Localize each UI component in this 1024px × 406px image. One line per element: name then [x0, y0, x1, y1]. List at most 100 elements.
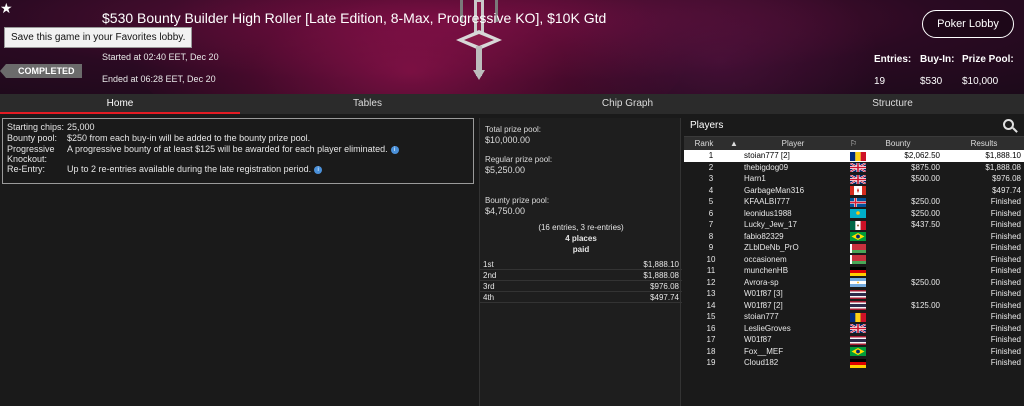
- info-key: Progressive Knockout:: [7, 144, 55, 164]
- player-row[interactable]: 11 munchenHB Finished: [684, 265, 1024, 277]
- info-value: Up to 2 re-entries available during the …: [67, 164, 312, 174]
- player-row[interactable]: 8 fabio82329 Finished: [684, 231, 1024, 243]
- col-bounty[interactable]: Bounty: [874, 137, 922, 151]
- col-results[interactable]: Results: [954, 137, 1014, 151]
- regular-prize-value: $5,250.00: [485, 165, 526, 175]
- buyin-value: $530: [920, 76, 943, 87]
- player-result: Finished: [990, 289, 1021, 298]
- regular-prize-pool: Regular prize pool: $5,250.00: [485, 154, 555, 176]
- entries-note: (16 entries, 3 re-entries) 4 places paid: [480, 222, 682, 255]
- mexico-flag-icon: [850, 220, 866, 230]
- tab-chip-graph[interactable]: Chip Graph: [510, 94, 745, 114]
- brazil-flag-icon: [850, 232, 866, 241]
- info-key: Re-Entry:: [7, 164, 46, 174]
- tournament-header: ★ Save this game in your Favorites lobby…: [0, 0, 1024, 94]
- status-badge: COMPLETED: [0, 64, 82, 78]
- uk-flag-icon: [850, 163, 866, 172]
- player-name: LeslieGroves: [744, 323, 791, 333]
- prize-pool-value: $10,000: [962, 76, 999, 87]
- info-icon[interactable]: i: [314, 165, 323, 174]
- player-rank: 5: [708, 197, 714, 206]
- info-key: Bounty pool:: [7, 133, 58, 143]
- player-row[interactable]: 19 Cloud182 Finished: [684, 357, 1024, 369]
- romania-flag-icon: [850, 312, 866, 322]
- total-prize-pool: Total prize pool: $10,000.00: [485, 124, 541, 146]
- player-row[interactable]: 6 leonidus1988 $250.00 Finished: [684, 208, 1024, 220]
- player-name: stoian777 [2]: [744, 151, 790, 160]
- player-bounty: $437.50: [911, 220, 940, 229]
- total-prize-value: $10,000.00: [485, 135, 531, 145]
- player-row[interactable]: 3 Harn1 $500.00 $976.08: [684, 173, 1024, 185]
- col-flag-icon[interactable]: ⚐: [850, 137, 857, 151]
- player-name: W01f87 [2]: [744, 300, 783, 310]
- thailand-flag-icon: [850, 301, 866, 310]
- germany-flag-icon: [850, 266, 866, 276]
- player-result: Finished: [990, 312, 1021, 321]
- thailand-flag-icon: [850, 289, 866, 299]
- player-rank: 3: [708, 174, 714, 183]
- prize-pool-label: Prize Pool:: [962, 54, 1014, 65]
- player-name: Cloud182: [744, 358, 779, 367]
- player-result: Finished: [990, 266, 1021, 275]
- players-panel: Players Rank ▲ Player ⚐ Bounty Results 1…: [684, 116, 1024, 406]
- info-bounty-pool: Bounty pool: $250 from each buy-in will …: [7, 133, 469, 144]
- germany-flag-icon: [850, 358, 866, 368]
- player-name: leonidus1988: [744, 208, 792, 218]
- player-bounty: $250.00: [911, 197, 940, 206]
- player-bounty: $250.00: [911, 277, 940, 287]
- player-result: Finished: [990, 346, 1021, 356]
- player-name: munchenHB: [744, 266, 789, 275]
- canada-flag-icon: [850, 186, 866, 195]
- player-rank: 2: [708, 162, 714, 172]
- player-row[interactable]: 18 Fox__MEF Finished: [684, 346, 1024, 358]
- tab-tables[interactable]: Tables: [250, 94, 485, 114]
- payout-row: 4th $497.74: [480, 292, 682, 303]
- col-rank[interactable]: Rank: [684, 137, 724, 151]
- player-row[interactable]: 16 LeslieGroves Finished: [684, 323, 1024, 335]
- info-re-entry: Re-Entry: Up to 2 re-entries available d…: [7, 164, 469, 175]
- player-bounty: $250.00: [911, 208, 940, 218]
- player-row[interactable]: 12 Avrora-sp $250.00 Finished: [684, 277, 1024, 289]
- players-title: Players: [690, 120, 724, 131]
- player-row[interactable]: 1 stoian777 [2] $2,062.50 $1,888.10: [684, 150, 1024, 162]
- favorite-star-icon[interactable]: ★: [0, 0, 13, 17]
- tab-structure[interactable]: Structure: [775, 94, 1010, 114]
- player-row[interactable]: 7 Lucky_Jew_17 $437.50 Finished: [684, 219, 1024, 231]
- romania-flag-icon: [850, 151, 866, 161]
- info-value: A progressive bounty of at least $125 wi…: [67, 144, 388, 154]
- players-column-header: Rank ▲ Player ⚐ Bounty Results: [684, 136, 1024, 150]
- sort-asc-icon[interactable]: ▲: [730, 137, 738, 151]
- player-rank: 14: [706, 300, 716, 310]
- player-row[interactable]: 2 thebigdog09 $875.00 $1,888.08: [684, 162, 1024, 174]
- player-rank: 6: [708, 208, 714, 218]
- player-rank: 12: [706, 277, 716, 287]
- payout-row: 3rd $976.08: [480, 281, 682, 292]
- search-icon[interactable]: [1003, 119, 1014, 130]
- tab-home[interactable]: Home: [0, 94, 240, 114]
- payout-row: 2nd $1,888.08: [480, 270, 682, 281]
- payout-place: 4th: [483, 293, 495, 302]
- player-row[interactable]: 10 occasionem Finished: [684, 254, 1024, 266]
- player-row[interactable]: 13 W01f87 [3] Finished: [684, 288, 1024, 300]
- player-row[interactable]: 17 W01f87 Finished: [684, 334, 1024, 346]
- col-player[interactable]: Player: [766, 137, 820, 151]
- payout-list: 1st $1,888.10 2nd $1,888.08 3rd $976.08 …: [480, 259, 682, 303]
- player-rank: 13: [706, 289, 716, 298]
- player-row[interactable]: 9 ZLblDeNb_PrO Finished: [684, 242, 1024, 254]
- player-result: Finished: [990, 300, 1021, 310]
- player-row[interactable]: 4 GarbageMan316 $497.74: [684, 185, 1024, 197]
- player-row[interactable]: 14 W01f87 [2] $125.00 Finished: [684, 300, 1024, 312]
- favorite-tooltip: Save this game in your Favorites lobby.: [4, 27, 193, 48]
- player-result: Finished: [990, 323, 1021, 333]
- player-row[interactable]: 5 KFAALBI777 $250.00 Finished: [684, 196, 1024, 208]
- player-rank: 4: [708, 185, 714, 195]
- player-result: Finished: [990, 220, 1021, 229]
- player-rank: 19: [706, 358, 716, 367]
- player-row[interactable]: 15 stoian777 Finished: [684, 311, 1024, 323]
- player-result: $1,888.10: [985, 151, 1021, 160]
- player-rank: 7: [708, 220, 714, 229]
- poker-lobby-button[interactable]: Poker Lobby: [922, 10, 1014, 38]
- info-icon[interactable]: i: [390, 145, 399, 154]
- player-rank: 9: [708, 243, 714, 252]
- player-rank: 11: [706, 266, 716, 275]
